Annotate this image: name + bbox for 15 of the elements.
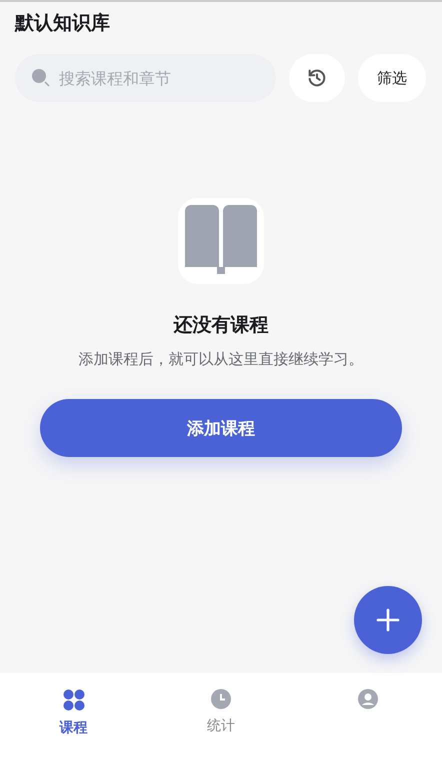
grid-icon [62,689,85,711]
tab[interactable]: 课程 [0,673,148,737]
user-icon [358,689,378,709]
history-button[interactable] [289,54,345,102]
tab[interactable]: 统计 [147,673,295,735]
book-icon [178,198,264,284]
empty-message: 添加课程后，就可以从这里直接继续学习。 [78,350,364,369]
filter-button[interactable]: 筛选 [358,54,426,102]
history-icon [306,67,328,89]
add-course-button[interactable]: 添加课程 [40,399,402,457]
clock-icon [210,689,231,709]
page-title: 默认知识库 [15,11,111,36]
plus-icon [376,608,400,632]
search-field[interactable]: 搜索课程和章节 [15,54,276,102]
empty-title: 还没有课程 [174,313,268,338]
